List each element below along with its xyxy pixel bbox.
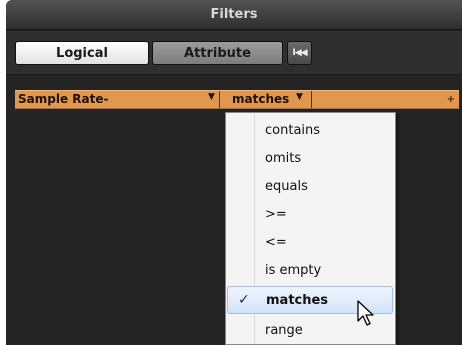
column-divider [219, 91, 220, 108]
condition-dropdown[interactable]: matches [232, 92, 289, 106]
column-divider [311, 91, 312, 108]
menu-item-equals[interactable]: equals [258, 172, 392, 200]
filter-condition-row: Sample Rate- ▼ matches ▼ + [15, 90, 459, 109]
chevron-down-icon[interactable]: ▼ [296, 92, 303, 102]
plus-icon[interactable]: + [447, 94, 455, 105]
menu-item-is-empty[interactable]: is empty [258, 256, 392, 284]
menu-item-omits[interactable]: omits [258, 144, 392, 172]
logical-tab-button[interactable]: Logical [15, 41, 149, 65]
checkmark-icon: ✓ [238, 292, 250, 308]
menu-item-label: matches [266, 292, 329, 308]
attribute-tab-button[interactable]: Attribute [152, 41, 283, 65]
filters-window: Filters Logical Attribute I◀◀ Sample Rat… [6, 0, 462, 345]
filter-toolbar: Logical Attribute I◀◀ [6, 31, 462, 75]
chevron-down-icon[interactable]: ▼ [208, 92, 215, 102]
attribute-dropdown[interactable]: Sample Rate- [18, 92, 108, 106]
skip-back-icon[interactable]: I◀◀ [287, 41, 312, 65]
window-title: Filters [6, 0, 462, 30]
menu-item-contains[interactable]: contains [258, 116, 392, 144]
menu-item-greater-equal[interactable]: >= [258, 200, 392, 228]
menu-item-less-equal[interactable]: <= [258, 228, 392, 256]
mouse-pointer-icon [357, 300, 374, 326]
